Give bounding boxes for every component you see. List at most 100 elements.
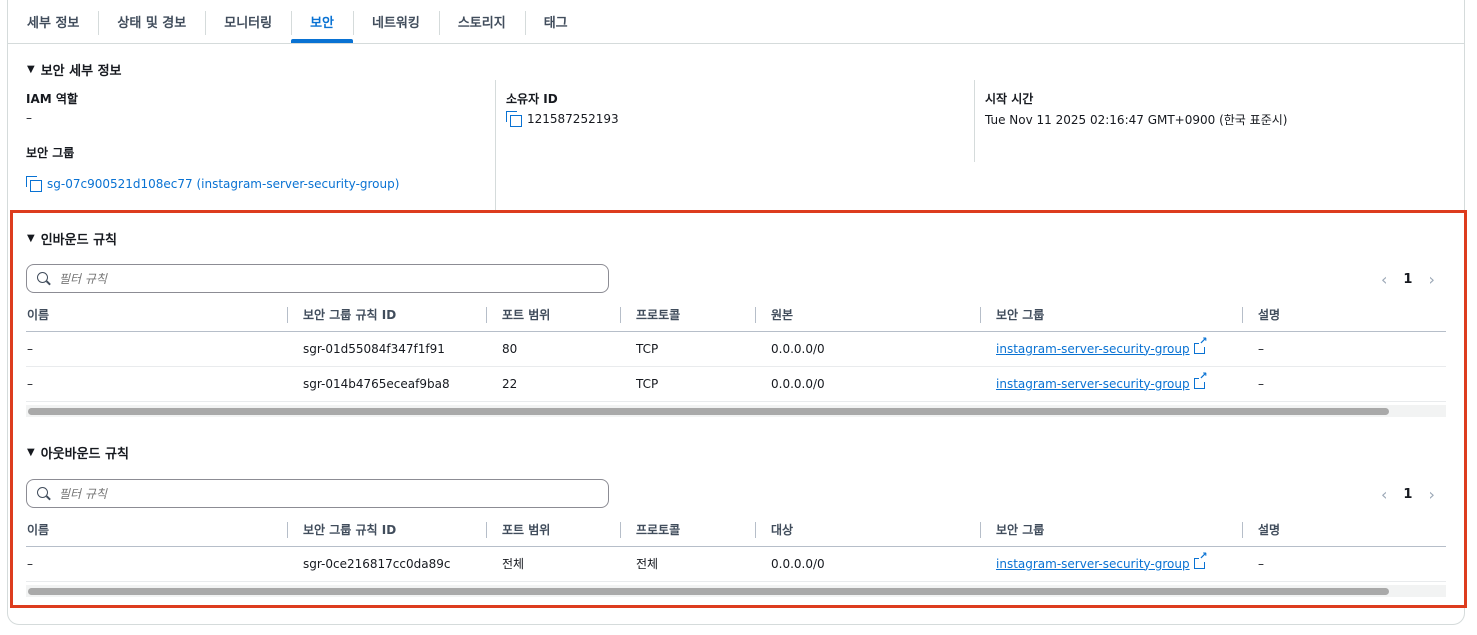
column-header-destination[interactable]: 대상 (755, 513, 980, 547)
owner-id-copy: 121587252193 (506, 111, 619, 127)
owner-id-value: 121587252193 (527, 111, 619, 126)
column-header-protocol[interactable]: 프로토콜 (620, 513, 755, 547)
cell-name: – (26, 546, 287, 582)
security-group-link[interactable]: instagram-server-security-group (996, 557, 1190, 571)
chevron-right-icon[interactable]: › (1428, 485, 1434, 504)
column-header-security-group[interactable]: 보안 그룹 (980, 298, 1242, 332)
security-group-link[interactable]: sg-07c900521d108ec77 (instagram-server-s… (26, 176, 399, 192)
inbound-filter-input-wrapper[interactable] (26, 264, 609, 293)
column-divider (495, 80, 496, 210)
iam-role-label: IAM 역할 (26, 92, 78, 106)
tab-networking[interactable]: 네트워킹 (353, 0, 439, 43)
launch-time-field: 시작 시간 Tue Nov 11 2025 02:16:47 GMT+0900 … (985, 90, 1287, 128)
owner-id-field: 소유자 ID 121587252193 (506, 90, 619, 127)
chevron-left-icon[interactable]: ‹ (1381, 270, 1387, 289)
chevron-left-icon[interactable]: ‹ (1381, 485, 1387, 504)
column-header-port-range[interactable]: 포트 범위 (486, 513, 620, 547)
outbound-filter-input-wrapper[interactable] (26, 479, 609, 508)
cell-destination: 0.0.0.0/0 (755, 546, 980, 582)
table-header-row: 이름 보안 그룹 규칙 ID 포트 범위 프로토콜 대상 보안 그룹 설명 (26, 513, 1446, 547)
security-details-header[interactable]: ▼ 보안 세부 정보 (27, 60, 122, 79)
outbound-rules-header[interactable]: ▼ 아웃바운드 규칙 (27, 443, 129, 462)
search-icon (37, 486, 51, 501)
cell-rule-id: sgr-0ce216817cc0da89c (287, 546, 486, 582)
column-header-source[interactable]: 원본 (755, 298, 980, 332)
outbound-pagination: ‹ 1 › (1381, 485, 1435, 504)
tab-details[interactable]: 세부 정보 (8, 0, 98, 43)
launch-time-label: 시작 시간 (985, 92, 1034, 106)
cell-protocol: TCP (620, 366, 755, 402)
outbound-rules-title: 아웃바운드 규칙 (40, 447, 129, 462)
external-link-icon[interactable] (1193, 551, 1208, 569)
cell-security-group: instagram-server-security-group (980, 366, 1242, 402)
tab-bar: 세부 정보 상태 및 경보 모니터링 보안 네트워킹 스토리지 태그 (8, 0, 1464, 44)
column-divider (974, 80, 975, 162)
column-header-name[interactable]: 이름 (26, 513, 287, 547)
copy-icon[interactable] (26, 176, 42, 192)
cell-name: – (26, 331, 287, 367)
cell-source: 0.0.0.0/0 (755, 331, 980, 367)
cell-port-range: 22 (486, 366, 620, 402)
cell-security-group: instagram-server-security-group (980, 331, 1242, 367)
external-link-icon[interactable] (1193, 371, 1208, 389)
tab-monitoring[interactable]: 모니터링 (205, 0, 291, 43)
tab-security[interactable]: 보안 (291, 0, 353, 43)
outbound-horizontal-scrollbar[interactable] (26, 585, 1446, 597)
security-group-field: 보안 그룹 sg-07c900521d108ec77 (instagram-se… (26, 144, 399, 192)
inbound-horizontal-scrollbar[interactable] (26, 405, 1446, 417)
cell-protocol: 전체 (620, 546, 755, 582)
inbound-filter-input[interactable] (59, 271, 559, 286)
table-row: – sgr-01d55084f347f1f91 80 TCP 0.0.0.0/0… (26, 331, 1446, 367)
column-header-protocol[interactable]: 프로토콜 (620, 298, 755, 332)
cell-port-range: 전체 (486, 546, 620, 582)
cell-security-group: instagram-server-security-group (980, 546, 1242, 582)
inbound-rules-table: 이름 보안 그룹 규칙 ID 포트 범위 프로토콜 원본 보안 그룹 설명 – … (26, 298, 1446, 402)
cell-rule-id: sgr-01d55084f347f1f91 (287, 331, 486, 367)
security-group-value[interactable]: sg-07c900521d108ec77 (instagram-server-s… (47, 177, 399, 191)
inbound-rules-title: 인바운드 규칙 (40, 233, 117, 248)
launch-time-value: Tue Nov 11 2025 02:16:47 GMT+0900 (한국 표준… (985, 113, 1288, 127)
scrollbar-thumb[interactable] (28, 588, 1389, 595)
chevron-right-icon[interactable]: › (1428, 270, 1434, 289)
inbound-pagination: ‹ 1 › (1381, 270, 1435, 289)
security-group-link[interactable]: instagram-server-security-group (996, 377, 1190, 391)
external-link-icon[interactable] (1193, 336, 1208, 354)
tab-storage[interactable]: 스토리지 (438, 0, 525, 43)
caret-down-icon: ▼ (27, 64, 35, 75)
column-header-port-range[interactable]: 포트 범위 (486, 298, 620, 332)
security-details-title: 보안 세부 정보 (40, 64, 122, 79)
caret-down-icon: ▼ (27, 447, 35, 458)
column-header-rule-id[interactable]: 보안 그룹 규칙 ID (287, 298, 486, 332)
iam-role-value: – (26, 111, 32, 125)
iam-role-field: IAM 역할 – (26, 90, 78, 125)
cell-description: – (1242, 366, 1446, 402)
cell-protocol: TCP (620, 331, 755, 367)
outbound-rules-table: 이름 보안 그룹 규칙 ID 포트 범위 프로토콜 대상 보안 그룹 설명 – … (26, 513, 1446, 582)
inbound-rules-header[interactable]: ▼ 인바운드 규칙 (27, 229, 117, 248)
column-header-description[interactable]: 설명 (1242, 298, 1446, 332)
table-row: – sgr-0ce216817cc0da89c 전체 전체 0.0.0.0/0 … (26, 546, 1446, 582)
column-header-security-group[interactable]: 보안 그룹 (980, 513, 1242, 547)
cell-source: 0.0.0.0/0 (755, 366, 980, 402)
column-header-description[interactable]: 설명 (1242, 513, 1446, 547)
tab-tags[interactable]: 태그 (524, 0, 587, 43)
caret-down-icon: ▼ (27, 233, 35, 244)
cell-description: – (1242, 546, 1446, 582)
table-header-row: 이름 보안 그룹 규칙 ID 포트 범위 프로토콜 원본 보안 그룹 설명 (26, 298, 1446, 332)
column-header-rule-id[interactable]: 보안 그룹 규칙 ID (287, 513, 486, 547)
search-icon (37, 271, 51, 286)
cell-description: – (1242, 331, 1446, 367)
outbound-filter-input[interactable] (59, 486, 559, 501)
security-group-link[interactable]: instagram-server-security-group (996, 342, 1190, 356)
cell-port-range: 80 (486, 331, 620, 367)
copy-icon[interactable] (506, 111, 522, 127)
owner-id-label: 소유자 ID (506, 92, 558, 106)
security-group-label: 보안 그룹 (26, 146, 75, 160)
column-header-name[interactable]: 이름 (26, 298, 287, 332)
scrollbar-thumb[interactable] (28, 408, 1389, 415)
table-row: – sgr-014b4765eceaf9ba8 22 TCP 0.0.0.0/0… (26, 366, 1446, 402)
cell-rule-id: sgr-014b4765eceaf9ba8 (287, 366, 486, 402)
outbound-page-number[interactable]: 1 (1403, 487, 1412, 502)
inbound-page-number[interactable]: 1 (1403, 272, 1412, 287)
tab-status-alarms[interactable]: 상태 및 경보 (98, 0, 205, 43)
